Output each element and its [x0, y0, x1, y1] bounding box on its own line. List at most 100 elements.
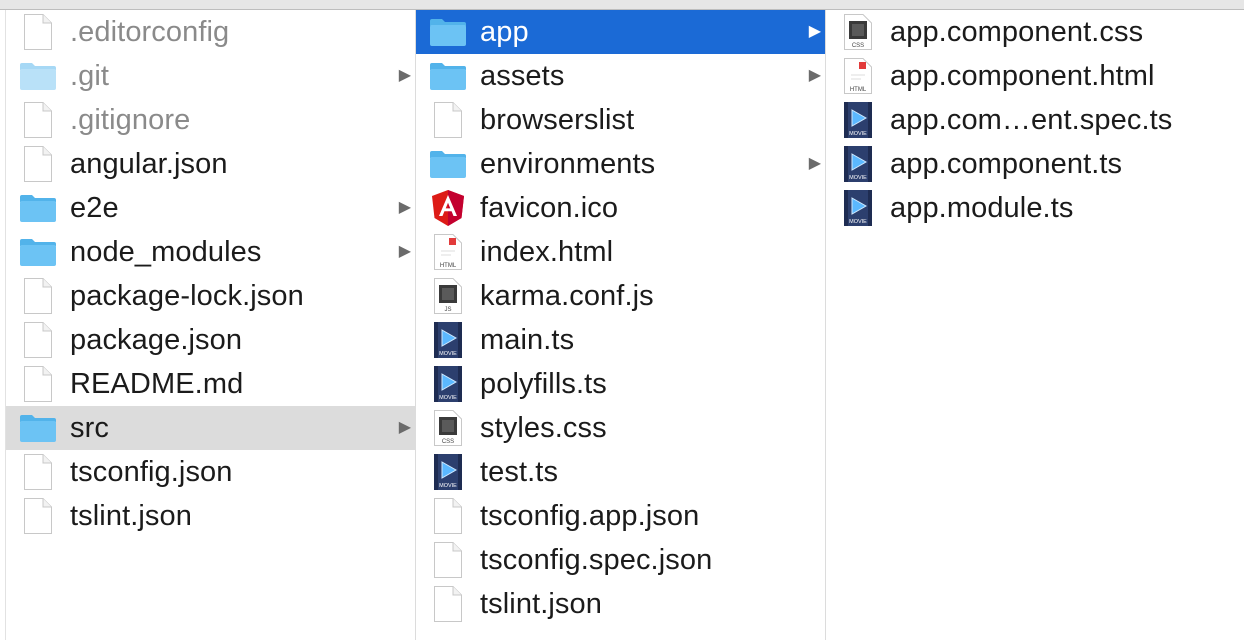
file-row[interactable]: tslint.json [416, 582, 825, 626]
file-name: karma.conf.js [480, 280, 654, 312]
file-name: tslint.json [70, 500, 192, 532]
folder-icon [428, 144, 468, 184]
file-name: polyfills.ts [480, 368, 607, 400]
css-file-icon: CSS [838, 12, 878, 52]
file-row[interactable]: MOVIE app.component.ts [826, 142, 1236, 186]
file-row[interactable]: CSS app.component.css [826, 10, 1236, 54]
file-row[interactable]: assets ▶ [416, 54, 825, 98]
file-name: styles.css [480, 412, 607, 444]
movie-file-icon: MOVIE [838, 188, 878, 228]
document-icon [18, 144, 58, 184]
file-row[interactable]: .editorconfig [6, 10, 415, 54]
file-name: app.component.ts [890, 148, 1123, 180]
document-icon [18, 12, 58, 52]
file-row[interactable]: angular.json [6, 142, 415, 186]
file-name: .git [70, 60, 110, 92]
document-icon [428, 584, 468, 624]
disclosure-arrow-icon[interactable]: ▶ [399, 54, 411, 98]
file-name: app.component.css [890, 16, 1144, 48]
svg-text:MOVIE: MOVIE [849, 131, 867, 137]
file-name: browserslist [480, 104, 635, 136]
movie-file-icon: MOVIE [838, 100, 878, 140]
file-row[interactable]: app ▶ [416, 10, 825, 54]
file-row[interactable]: JS karma.conf.js [416, 274, 825, 318]
file-row[interactable]: MOVIE main.ts [416, 318, 825, 362]
disclosure-arrow-icon[interactable]: ▶ [399, 406, 411, 450]
document-icon [428, 100, 468, 140]
html-file-icon: HTML [428, 232, 468, 272]
disclosure-arrow-icon[interactable]: ▶ [399, 186, 411, 230]
file-row[interactable]: favicon.ico [416, 186, 825, 230]
file-row[interactable]: HTML index.html [416, 230, 825, 274]
document-icon [18, 452, 58, 492]
svg-text:HTML: HTML [440, 263, 457, 269]
movie-file-icon: MOVIE [428, 320, 468, 360]
svg-text:MOVIE: MOVIE [439, 395, 457, 401]
column-src: app ▶ assets ▶ browserslist environments ▶ … [416, 10, 826, 640]
file-row[interactable]: MOVIE app.com…ent.spec.ts [826, 98, 1236, 142]
file-name: tslint.json [480, 588, 602, 620]
file-name: angular.json [70, 148, 228, 180]
disclosure-arrow-icon[interactable]: ▶ [809, 10, 821, 54]
file-row[interactable]: CSS styles.css [416, 406, 825, 450]
file-row[interactable]: MOVIE test.ts [416, 450, 825, 494]
file-name: app.com…ent.spec.ts [890, 104, 1173, 136]
file-row[interactable]: tslint.json [6, 494, 415, 538]
svg-text:MOVIE: MOVIE [439, 351, 457, 357]
disclosure-arrow-icon[interactable]: ▶ [399, 230, 411, 274]
file-row[interactable]: MOVIE app.module.ts [826, 186, 1236, 230]
file-row[interactable]: .git ▶ [6, 54, 415, 98]
file-name: index.html [480, 236, 614, 268]
svg-text:MOVIE: MOVIE [849, 175, 867, 181]
file-row[interactable]: package.json [6, 318, 415, 362]
document-icon [18, 276, 58, 316]
file-row[interactable]: tsconfig.app.json [416, 494, 825, 538]
file-name: app [480, 16, 529, 48]
file-row[interactable]: package-lock.json [6, 274, 415, 318]
file-name: environments [480, 148, 656, 180]
file-row[interactable]: e2e ▶ [6, 186, 415, 230]
file-name: tsconfig.app.json [480, 500, 700, 532]
file-name: tsconfig.json [70, 456, 233, 488]
html-file-icon: HTML [838, 56, 878, 96]
file-name: package.json [70, 324, 243, 356]
file-row[interactable]: node_modules ▶ [6, 230, 415, 274]
file-row[interactable]: tsconfig.json [6, 450, 415, 494]
file-name: e2e [70, 192, 119, 224]
document-icon [428, 540, 468, 580]
column-root: .editorconfig .git ▶ .gitignore angular.j… [6, 10, 416, 640]
svg-text:JS: JS [444, 307, 451, 313]
column-app: CSS app.component.css HTML app.component… [826, 10, 1236, 640]
folder-icon [428, 12, 468, 52]
file-name: favicon.ico [480, 192, 619, 224]
disclosure-arrow-icon[interactable]: ▶ [809, 142, 821, 186]
file-row[interactable]: tsconfig.spec.json [416, 538, 825, 582]
file-name: main.ts [480, 324, 575, 356]
document-icon [18, 100, 58, 140]
window-top-edge [0, 0, 1244, 10]
file-row[interactable]: README.md [6, 362, 415, 406]
svg-text:MOVIE: MOVIE [439, 483, 457, 489]
file-name: .editorconfig [70, 16, 230, 48]
file-row[interactable]: MOVIE polyfills.ts [416, 362, 825, 406]
movie-file-icon: MOVIE [428, 364, 468, 404]
folder-icon [428, 56, 468, 96]
file-name: src [70, 412, 109, 444]
file-row[interactable]: browserslist [416, 98, 825, 142]
document-icon [18, 364, 58, 404]
file-name: tsconfig.spec.json [480, 544, 713, 576]
file-name: node_modules [70, 236, 262, 268]
file-row[interactable]: src ▶ [6, 406, 415, 450]
file-name: .gitignore [70, 104, 191, 136]
folder-icon [18, 188, 58, 228]
document-icon [428, 496, 468, 536]
file-row[interactable]: .gitignore [6, 98, 415, 142]
file-row[interactable]: HTML app.component.html [826, 54, 1236, 98]
movie-file-icon: MOVIE [838, 144, 878, 184]
js-file-icon: JS [428, 276, 468, 316]
svg-text:CSS: CSS [442, 439, 454, 445]
file-name: README.md [70, 368, 244, 400]
disclosure-arrow-icon[interactable]: ▶ [809, 54, 821, 98]
css-file-icon: CSS [428, 408, 468, 448]
file-row[interactable]: environments ▶ [416, 142, 825, 186]
